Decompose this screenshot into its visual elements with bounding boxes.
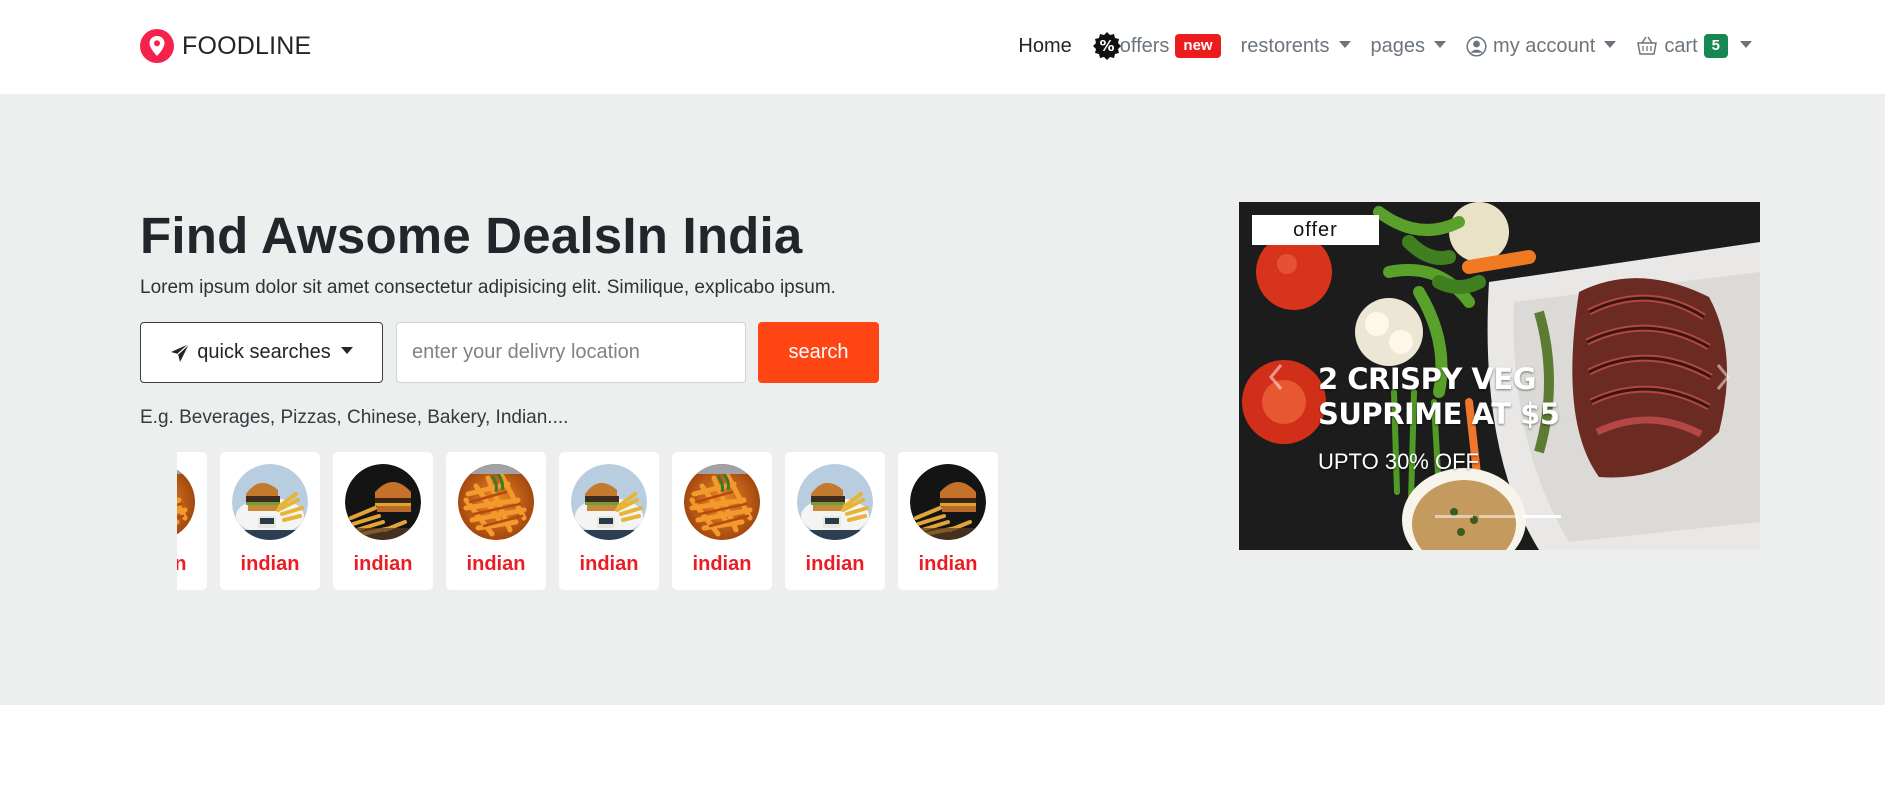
category-label: indian — [918, 553, 978, 575]
category-image — [797, 464, 873, 540]
paper-plane-icon — [170, 343, 190, 363]
category-card[interactable]: indian — [333, 452, 433, 590]
category-image — [345, 464, 421, 540]
offer-tag: offer — [1252, 215, 1379, 245]
nav-account-dropdown[interactable]: my account — [1466, 34, 1617, 58]
nav-pages-label: pages — [1370, 34, 1426, 57]
search-examples: E.g. Beverages, Pizzas, Chinese, Bakery,… — [140, 407, 569, 428]
category-slider[interactable]: indian indian indian indian indian indian indi… — [177, 452, 1027, 592]
caret-down-icon — [1338, 40, 1351, 48]
category-image — [177, 464, 195, 540]
nav-cart-label: cart — [1664, 34, 1698, 57]
category-label: indian — [692, 553, 752, 575]
nav-restorents-dropdown[interactable]: restorents — [1241, 35, 1351, 58]
carousel-indicator[interactable] — [1523, 515, 1561, 518]
category-card[interactable]: indian — [785, 452, 885, 590]
nav-cart-dropdown[interactable]: cart 5 — [1636, 34, 1752, 58]
nav-offers-label: offers — [1119, 34, 1170, 57]
category-image — [684, 464, 760, 540]
new-badge: new — [1175, 34, 1221, 58]
category-card[interactable]: indian — [220, 452, 320, 590]
slide-title: 2 CRISPY VEG SUPRIME AT $5 — [1318, 362, 1560, 431]
category-label: indian — [353, 553, 413, 575]
nav-pages-dropdown[interactable]: pages — [1371, 35, 1447, 58]
user-circle-icon — [1466, 35, 1487, 57]
category-label: indian — [579, 553, 639, 575]
category-image — [571, 464, 647, 540]
carousel-indicator[interactable] — [1479, 515, 1517, 518]
category-label: indian — [177, 553, 187, 575]
category-card[interactable]: indian — [898, 452, 998, 590]
category-card[interactable]: indian — [177, 452, 207, 590]
cart-count-badge: 5 — [1703, 34, 1728, 58]
quick-searches-dropdown[interactable]: quick searches — [140, 322, 383, 383]
caret-down-icon — [1740, 40, 1752, 48]
category-image — [232, 464, 308, 540]
hero-subtitle: Lorem ipsum dolor sit amet consectetur a… — [140, 277, 836, 298]
category-card[interactable]: indian — [559, 452, 659, 590]
category-card[interactable]: indian — [446, 452, 546, 590]
carousel-indicators — [1435, 515, 1561, 518]
category-label: indian — [805, 553, 865, 575]
category-label: indian — [240, 553, 300, 575]
navbar: FOODLINE Home % offers new restorents pa… — [0, 0, 1885, 94]
hero-title: Find Awsome DealsIn India — [140, 207, 803, 264]
category-label: indian — [466, 553, 526, 575]
discount-badge-icon: % — [1092, 31, 1122, 61]
brand[interactable]: FOODLINE — [140, 29, 311, 63]
caret-down-icon — [340, 347, 353, 354]
hero-section: Find Awsome DealsIn India Lorem ipsum do… — [0, 94, 1885, 705]
slide-subtitle: UPTO 30% OFF — [1318, 449, 1479, 474]
category-track: indian indian indian indian indian indian indi… — [177, 452, 998, 590]
svg-text:%: % — [1099, 37, 1114, 55]
category-image — [910, 464, 986, 540]
main-nav: Home % offers new restorents pages my ac… — [1018, 28, 1752, 64]
category-image — [458, 464, 534, 540]
brand-name: FOODLINE — [182, 31, 312, 60]
carousel-prev-icon[interactable] — [1265, 357, 1287, 397]
carousel-next-icon[interactable] — [1712, 357, 1734, 397]
nav-restorents-label: restorents — [1240, 34, 1330, 57]
nav-home[interactable]: Home — [1018, 35, 1071, 58]
caret-down-icon — [1434, 40, 1447, 48]
search-button[interactable]: search — [758, 322, 879, 383]
quick-searches-label: quick searches — [197, 341, 331, 363]
category-card[interactable]: indian — [672, 452, 772, 590]
nav-account-label: my account — [1493, 34, 1596, 57]
basket-icon — [1636, 36, 1658, 56]
map-pin-icon — [140, 29, 174, 63]
carousel-indicator[interactable] — [1435, 515, 1473, 518]
delivery-location-input[interactable] — [396, 322, 746, 383]
caret-down-icon — [1604, 40, 1617, 48]
nav-offers[interactable]: % offers new — [1092, 31, 1221, 61]
offer-carousel[interactable]: offer 2 CRISPY VEG SUPRIME AT $5 UPTO 30… — [1239, 202, 1760, 550]
